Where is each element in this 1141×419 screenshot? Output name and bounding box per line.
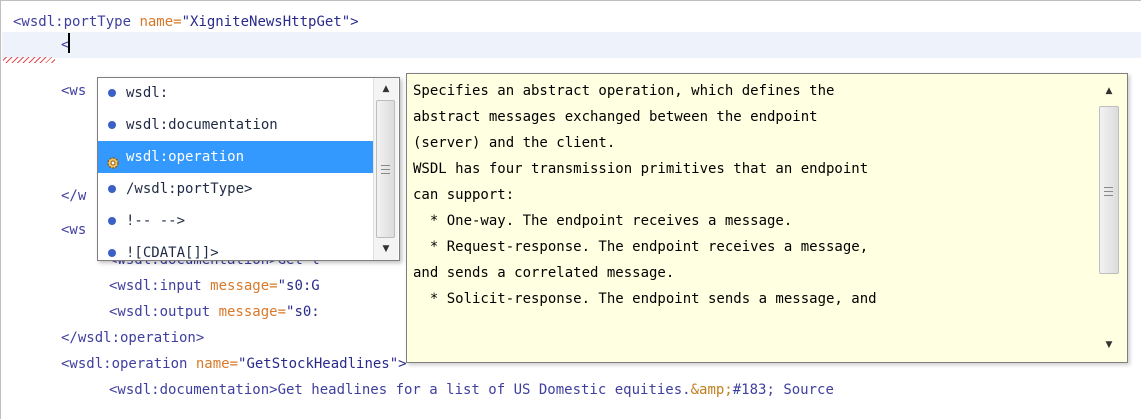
attribute-value: "XigniteNewsHttpGet"> xyxy=(181,14,359,30)
scroll-up-arrow-icon[interactable]: ▲ xyxy=(1093,82,1125,100)
attribute-name: name= xyxy=(139,14,182,30)
proposal-scrollbar[interactable]: ▲ ▼ xyxy=(373,78,398,260)
code-line[interactable]: <wsdl:documentation>Get headlines for a … xyxy=(109,377,834,403)
attribute-value: "s0: xyxy=(286,304,320,320)
scroll-thumb[interactable] xyxy=(1099,106,1119,274)
error-squiggle xyxy=(3,57,55,63)
code-line[interactable]: <wsdl:output message="s0: xyxy=(109,299,320,325)
tag-text: <wsdl:portType xyxy=(13,14,140,30)
documentation-line: WSDL has four transmission primitives th… xyxy=(413,161,869,177)
tag-text: <ws xyxy=(61,222,87,238)
code-line[interactable]: <wsdl:input message="s0:G xyxy=(109,273,320,299)
proposal-item[interactable]: wsdl: xyxy=(98,78,373,109)
code-line[interactable]: </wsdl:operation> xyxy=(61,325,204,351)
tag-text: <wsdl:input xyxy=(109,278,211,294)
attribute-value: "s0:G xyxy=(277,278,320,294)
code-line[interactable]: <ws xyxy=(61,217,86,243)
tag-text: </wsdl:operation> xyxy=(61,330,205,346)
attribute-name: message= xyxy=(210,278,278,294)
tag-text: <ws xyxy=(61,83,87,99)
element-icon xyxy=(108,89,116,97)
documentation-tooltip: Specifies an abstract operation, which d… xyxy=(406,73,1128,363)
documentation-line: abstract messages exchanged between the … xyxy=(413,109,818,125)
documentation-scrollbar[interactable]: ▲ ▼ xyxy=(1093,74,1125,360)
element-icon xyxy=(108,249,116,257)
proposal-item[interactable]: !-- --> xyxy=(98,205,373,237)
proposal-item[interactable]: wsdl:operation xyxy=(98,141,373,173)
proposal-label: wsdl:operation xyxy=(126,149,245,165)
proposal-item[interactable]: /wsdl:portType> xyxy=(98,173,373,205)
proposal-label: wsdl:documentation xyxy=(126,117,278,133)
proposal-label: wsdl: xyxy=(126,85,169,101)
code-line[interactable]: <wsdl:operation name="GetStockHeadlines"… xyxy=(61,351,407,377)
operation-gear-icon xyxy=(106,150,120,169)
proposal-list[interactable]: wsdl: wsdl:documentation wsdl:operation/ws… xyxy=(98,78,373,260)
documentation-line: * Request-response. The endpoint receive… xyxy=(413,239,869,255)
element-icon xyxy=(108,217,116,225)
attribute-name: name= xyxy=(195,356,239,372)
scroll-thumb[interactable] xyxy=(376,100,395,238)
tag-text: <wsdl:output xyxy=(109,304,219,320)
element-icon xyxy=(108,121,116,129)
content-assist-popup[interactable]: wsdl: wsdl:documentation wsdl:operation/ws… xyxy=(97,77,400,261)
code-line[interactable]: </w xyxy=(61,183,86,209)
documentation-line: (server) and the client. xyxy=(413,135,616,151)
documentation-text: Specifies an abstract operation, which d… xyxy=(413,78,1093,312)
tag-text: <wsdl:documentation>Get headlines for a … xyxy=(109,382,691,398)
documentation-line: can support: xyxy=(413,187,515,203)
attribute-name: message= xyxy=(218,304,287,320)
proposal-label: !-- --> xyxy=(126,213,186,229)
element-icon xyxy=(108,185,116,193)
documentation-line: Specifies an abstract operation, which d… xyxy=(413,83,835,99)
tag-text: </w xyxy=(61,188,87,204)
proposal-label: ![CDATA[]]> xyxy=(126,245,219,260)
code-line[interactable]: <ws xyxy=(61,78,86,104)
proposal-item[interactable]: wsdl:documentation xyxy=(98,109,373,141)
scroll-up-arrow-icon[interactable]: ▲ xyxy=(374,80,398,98)
text-caret xyxy=(68,33,70,53)
attribute-value: "GetStockHeadlines"> xyxy=(238,356,407,372)
tag-text: &amp; xyxy=(690,382,733,398)
tag-text: <wsdl:operation xyxy=(61,356,196,372)
scroll-down-arrow-icon[interactable]: ▼ xyxy=(374,240,398,258)
proposal-item[interactable]: ![CDATA[]]> xyxy=(98,237,373,260)
scroll-down-arrow-icon[interactable]: ▼ xyxy=(1093,336,1125,354)
tag-text: #183; Source xyxy=(732,382,834,398)
current-line-highlight xyxy=(2,32,1141,58)
documentation-line: * One-way. The endpoint receives a messa… xyxy=(413,213,793,229)
documentation-line: and sends a correlated message. xyxy=(413,265,675,281)
proposal-label: /wsdl:portType> xyxy=(126,181,253,197)
documentation-line: * Solicit-response. The endpoint sends a… xyxy=(413,291,877,307)
